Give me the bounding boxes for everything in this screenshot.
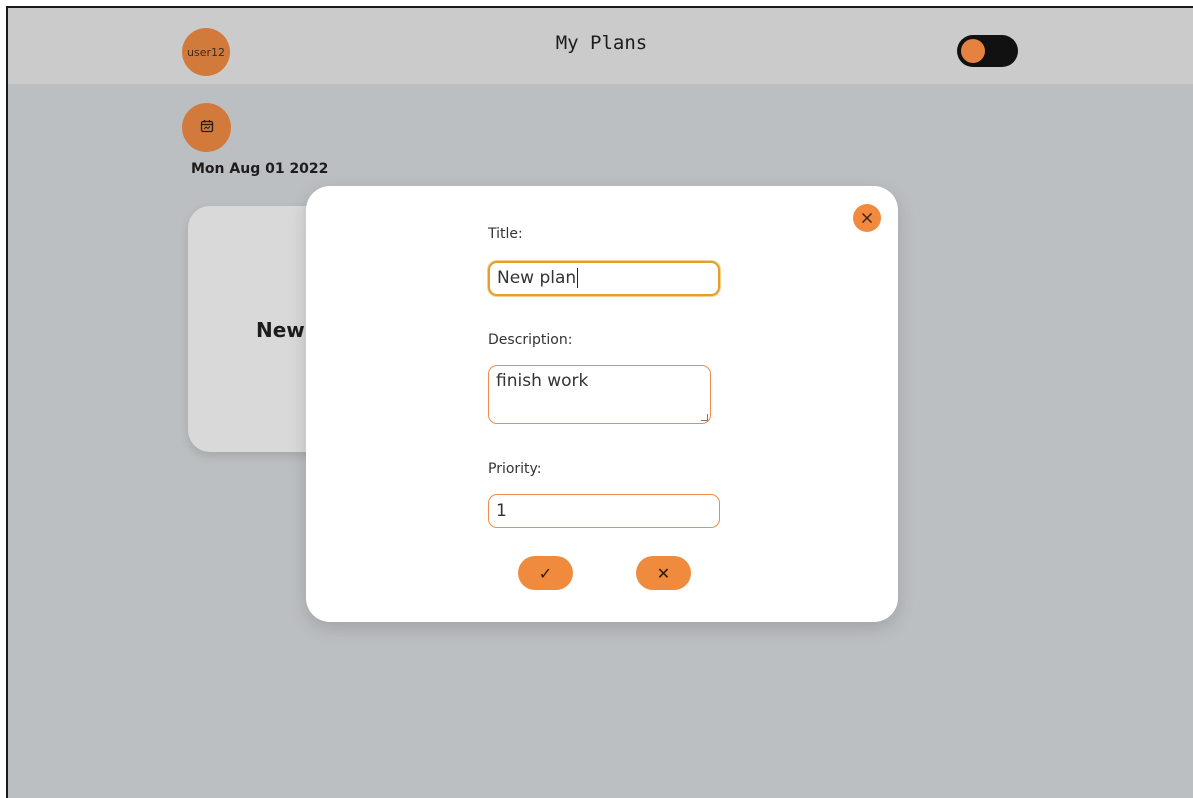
cancel-button[interactable]: ✕ bbox=[636, 556, 691, 590]
plan-card-title: New bbox=[256, 318, 305, 342]
description-label: Description: bbox=[488, 332, 573, 348]
close-icon bbox=[861, 209, 873, 228]
toggle-knob bbox=[961, 39, 985, 63]
top-bar: user12 My Plans bbox=[8, 8, 1193, 84]
modal-close-button[interactable] bbox=[853, 204, 881, 232]
calendar-icon bbox=[200, 118, 214, 137]
resize-handle-icon[interactable] bbox=[701, 414, 708, 421]
priority-input[interactable]: 1 bbox=[488, 494, 720, 528]
text-caret bbox=[577, 268, 579, 288]
app-window: user12 My Plans Mon Aug 01 2022 New Titl… bbox=[6, 6, 1193, 798]
title-input[interactable]: New plan bbox=[488, 261, 720, 296]
description-value: finish work bbox=[496, 371, 589, 391]
title-input-value: New plan bbox=[497, 268, 577, 288]
theme-toggle[interactable] bbox=[957, 35, 1018, 67]
title-label: Title: bbox=[488, 226, 523, 242]
check-icon: ✓ bbox=[538, 563, 553, 583]
edit-plan-modal: Title: New plan Description: finish work… bbox=[306, 186, 898, 622]
priority-value: 1 bbox=[496, 501, 507, 521]
description-textarea[interactable]: finish work bbox=[488, 365, 711, 424]
calendar-button[interactable] bbox=[182, 103, 231, 152]
cancel-icon: ✕ bbox=[656, 563, 671, 583]
priority-label: Priority: bbox=[488, 461, 542, 477]
confirm-button[interactable]: ✓ bbox=[518, 556, 573, 590]
selected-date: Mon Aug 01 2022 bbox=[191, 161, 329, 177]
